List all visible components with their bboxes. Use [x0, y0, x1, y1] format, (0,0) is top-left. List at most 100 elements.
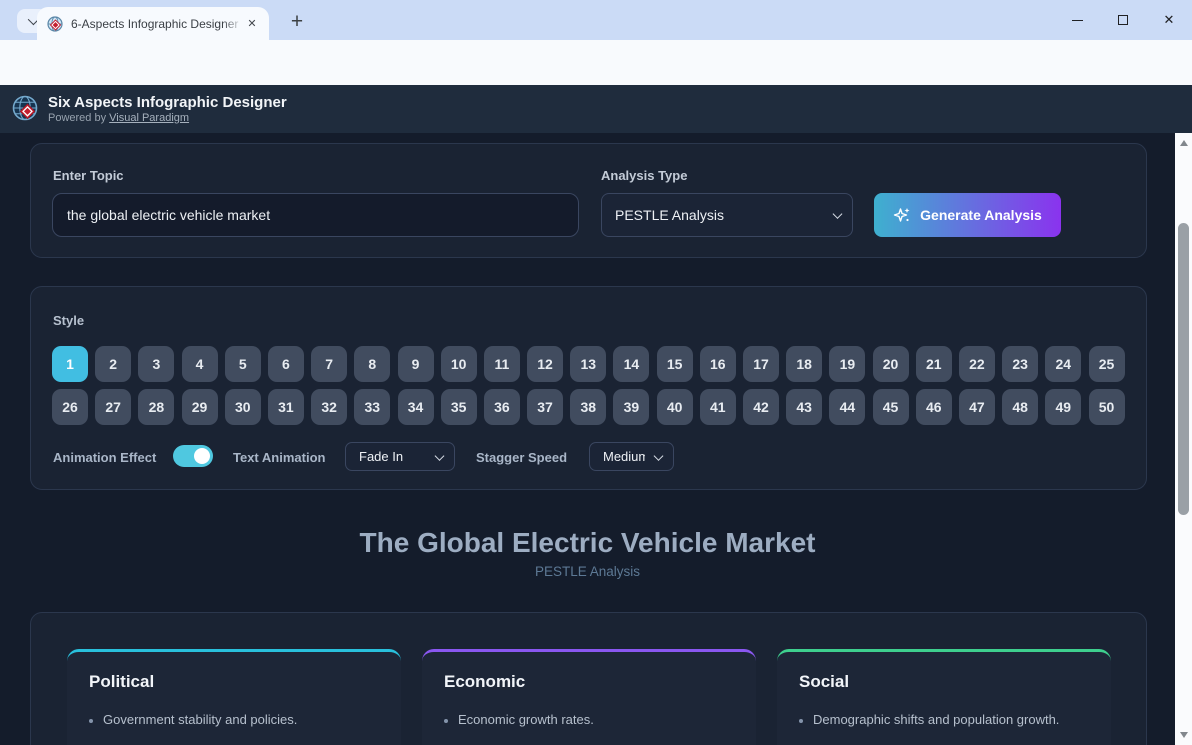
- aspect-card-economic: Economic Economic growth rates.: [422, 649, 756, 745]
- style-option-10[interactable]: 10: [441, 346, 477, 382]
- style-option-9[interactable]: 9: [398, 346, 434, 382]
- style-option-24[interactable]: 24: [1045, 346, 1081, 382]
- tab-title: 6-Aspects Infographic Designer: [71, 17, 243, 31]
- page-scrollbar[interactable]: [1175, 133, 1192, 745]
- topic-label: Enter Topic: [53, 168, 124, 183]
- browser-tab[interactable]: 6-Aspects Infographic Designer ✕: [37, 7, 269, 40]
- style-option-23[interactable]: 23: [1002, 346, 1038, 382]
- style-option-19[interactable]: 19: [829, 346, 865, 382]
- minimize-button[interactable]: [1054, 0, 1100, 40]
- style-panel: Style 1234567891011121314151617181920212…: [30, 286, 1147, 490]
- style-option-11[interactable]: 11: [484, 346, 520, 382]
- style-option-29[interactable]: 29: [182, 389, 218, 425]
- results-panel: PoliticalGovernment stability and polici…: [30, 612, 1147, 745]
- style-option-28[interactable]: 28: [138, 389, 174, 425]
- topic-form-panel: Enter Topic Analysis Type PESTLE Analysi…: [30, 143, 1147, 258]
- style-option-7[interactable]: 7: [311, 346, 347, 382]
- browser-toolbar: ai-toolbox.visual-paradigm.com/app/six-a…: [0, 40, 1192, 85]
- browser-titlebar: 6-Aspects Infographic Designer ✕ + ✕: [0, 0, 1192, 40]
- generate-analysis-button[interactable]: Generate Analysis: [874, 193, 1061, 237]
- style-option-12[interactable]: 12: [527, 346, 563, 382]
- style-option-49[interactable]: 49: [1045, 389, 1081, 425]
- new-tab-button[interactable]: +: [283, 8, 311, 36]
- tab-close-icon[interactable]: ✕: [243, 15, 261, 33]
- style-option-50[interactable]: 50: [1089, 389, 1125, 425]
- style-option-42[interactable]: 42: [743, 389, 779, 425]
- style-option-14[interactable]: 14: [613, 346, 649, 382]
- bullet-dot-icon: [444, 719, 448, 723]
- stagger-speed-label: Stagger Speed: [476, 450, 567, 465]
- maximize-button[interactable]: [1100, 0, 1146, 40]
- card-title: Economic: [444, 672, 734, 692]
- style-option-2[interactable]: 2: [95, 346, 131, 382]
- style-option-37[interactable]: 37: [527, 389, 563, 425]
- style-option-47[interactable]: 47: [959, 389, 995, 425]
- style-option-35[interactable]: 35: [441, 389, 477, 425]
- scrollbar-thumb[interactable]: [1178, 223, 1189, 515]
- style-option-5[interactable]: 5: [225, 346, 261, 382]
- style-label: Style: [53, 313, 84, 328]
- style-option-8[interactable]: 8: [354, 346, 390, 382]
- generate-analysis-label: Generate Analysis: [920, 207, 1042, 223]
- style-option-3[interactable]: 3: [138, 346, 174, 382]
- favicon-icon: [47, 16, 63, 32]
- style-option-1[interactable]: 1: [52, 346, 88, 382]
- powered-by: Powered by Visual Paradigm: [48, 112, 189, 124]
- style-option-16[interactable]: 16: [700, 346, 736, 382]
- style-option-26[interactable]: 26: [52, 389, 88, 425]
- aspect-card-political: PoliticalGovernment stability and polici…: [67, 649, 401, 745]
- style-option-43[interactable]: 43: [786, 389, 822, 425]
- style-option-6[interactable]: 6: [268, 346, 304, 382]
- close-button[interactable]: ✕: [1146, 0, 1192, 40]
- maximize-icon: [1118, 15, 1128, 25]
- style-option-36[interactable]: 36: [484, 389, 520, 425]
- style-option-39[interactable]: 39: [613, 389, 649, 425]
- scroll-down-icon: [1180, 732, 1188, 738]
- style-option-25[interactable]: 25: [1089, 346, 1125, 382]
- card-item-text: Government stability and policies.: [103, 712, 297, 727]
- visual-paradigm-link[interactable]: Visual Paradigm: [109, 112, 189, 124]
- minimize-icon: [1072, 20, 1083, 21]
- style-option-30[interactable]: 30: [225, 389, 261, 425]
- cards-row: PoliticalGovernment stability and polici…: [67, 649, 1111, 745]
- aspect-card-social: SocialDemographic shifts and population …: [777, 649, 1111, 745]
- style-option-18[interactable]: 18: [786, 346, 822, 382]
- style-option-27[interactable]: 27: [95, 389, 131, 425]
- style-option-22[interactable]: 22: [959, 346, 995, 382]
- card-item-text: Economic growth rates.: [458, 712, 594, 727]
- style-option-13[interactable]: 13: [570, 346, 606, 382]
- card-item: Government stability and policies.: [89, 712, 379, 727]
- bullet-dot-icon: [799, 719, 803, 723]
- style-option-41[interactable]: 41: [700, 389, 736, 425]
- stagger-speed-select[interactable]: Medium: [589, 442, 674, 471]
- style-option-4[interactable]: 4: [182, 346, 218, 382]
- style-option-44[interactable]: 44: [829, 389, 865, 425]
- style-option-21[interactable]: 21: [916, 346, 952, 382]
- animation-effect-toggle[interactable]: [173, 445, 213, 467]
- style-option-17[interactable]: 17: [743, 346, 779, 382]
- style-option-40[interactable]: 40: [657, 389, 693, 425]
- style-option-38[interactable]: 38: [570, 389, 606, 425]
- style-option-45[interactable]: 45: [873, 389, 909, 425]
- text-animation-label: Text Animation: [233, 450, 325, 465]
- analysis-type-label: Analysis Type: [601, 168, 687, 183]
- style-option-20[interactable]: 20: [873, 346, 909, 382]
- scroll-up-button[interactable]: [1175, 135, 1192, 151]
- window-controls: ✕: [1054, 0, 1192, 40]
- text-animation-select[interactable]: Fade In: [345, 442, 455, 471]
- text-animation-select-wrap: Fade In: [345, 442, 455, 471]
- card-item: Demographic shifts and population growth…: [799, 712, 1089, 727]
- stagger-speed-select-wrap: Medium: [589, 442, 674, 471]
- style-option-46[interactable]: 46: [916, 389, 952, 425]
- style-option-31[interactable]: 31: [268, 389, 304, 425]
- topic-input[interactable]: [52, 193, 579, 237]
- style-option-32[interactable]: 32: [311, 389, 347, 425]
- toggle-knob: [194, 448, 210, 464]
- analysis-type-select[interactable]: PESTLE Analysis: [601, 193, 853, 237]
- style-option-34[interactable]: 34: [398, 389, 434, 425]
- style-option-15[interactable]: 15: [657, 346, 693, 382]
- scroll-down-button[interactable]: [1175, 727, 1192, 743]
- style-option-33[interactable]: 33: [354, 389, 390, 425]
- style-option-48[interactable]: 48: [1002, 389, 1038, 425]
- app-header: Six Aspects Infographic Designer Powered…: [0, 85, 1192, 133]
